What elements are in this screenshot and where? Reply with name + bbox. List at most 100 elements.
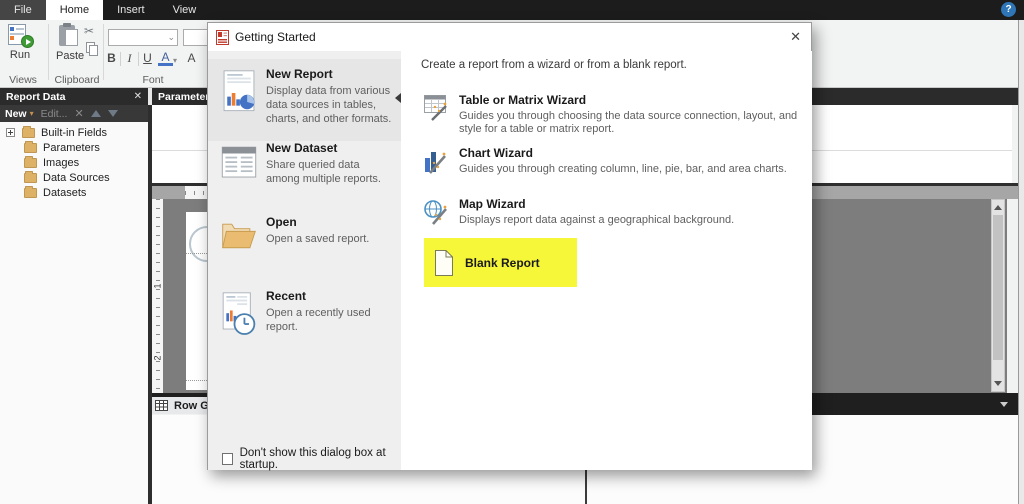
dialog-sidebar: New Report Display data from various dat… xyxy=(208,51,401,471)
wizard-title: Table or Matrix Wizard xyxy=(459,93,587,107)
blank-report-icon xyxy=(435,249,453,276)
item-title: Recent xyxy=(266,289,307,303)
open-item[interactable]: Open Open a saved report. xyxy=(220,215,396,255)
italic-button[interactable]: I xyxy=(122,51,137,66)
wizard-title: Chart Wizard xyxy=(459,146,533,160)
report-data-title: Report Data xyxy=(6,90,66,103)
report-data-panel: New ▾ Edit... ✕ Built-in Fields Paramete… xyxy=(0,105,148,504)
paste-icon xyxy=(59,23,81,48)
getting-started-dialog: Getting Started ✕ New Report Display dat… xyxy=(207,22,812,471)
delete-icon[interactable]: ✕ xyxy=(74,107,83,120)
tree-item-data-sources[interactable]: Data Sources xyxy=(0,170,148,185)
move-down-icon[interactable] xyxy=(107,110,118,117)
dialog-content: Create a report from a wizard or from a … xyxy=(401,51,812,470)
tree-item-label: Parameters xyxy=(43,141,100,154)
item-desc: Open a saved report. xyxy=(266,233,370,245)
tree-item-parameters[interactable]: Parameters xyxy=(0,140,148,155)
report-data-header: Report Data ✕ xyxy=(0,88,148,105)
clipboard-group-label: Clipboard xyxy=(54,74,100,86)
recent-item[interactable]: Recent Open a recently used report. xyxy=(220,289,396,341)
tab-view[interactable]: View xyxy=(159,0,211,20)
tab-home[interactable]: Home xyxy=(45,0,104,20)
font-name-combo[interactable]: ⌄ xyxy=(108,29,178,46)
scroll-up-icon[interactable] xyxy=(992,201,1004,214)
tree-item-label: Built-in Fields xyxy=(41,126,108,139)
item-title: New Report xyxy=(266,67,333,81)
paste-button[interactable]: Paste xyxy=(56,23,85,62)
blank-report-title: Blank Report xyxy=(465,255,540,270)
tab-insert[interactable]: Insert xyxy=(103,0,159,20)
item-desc: Open a recently used report. xyxy=(266,307,371,333)
panel-splitter-gap xyxy=(148,88,152,105)
dialog-close-icon[interactable]: ✕ xyxy=(790,29,801,45)
new-dataset-item[interactable]: New Dataset Share queried data among mul… xyxy=(220,141,396,186)
font-color-caret-icon[interactable]: ▾ xyxy=(173,56,177,65)
tree-item-label: Data Sources xyxy=(43,171,110,184)
close-panel-icon[interactable]: ✕ xyxy=(134,91,142,102)
folder-icon xyxy=(24,170,37,183)
report-data-toolbar: New ▾ Edit... ✕ xyxy=(0,105,148,122)
scroll-down-icon[interactable] xyxy=(992,377,1004,390)
wizard-desc: Guides you through creating column, line… xyxy=(459,163,787,175)
chart-wizard-icon xyxy=(425,152,446,174)
chart-wizard-item[interactable]: Chart Wizard Guides you through creating… xyxy=(423,146,804,176)
ruler-number: 2 xyxy=(152,355,163,361)
table-matrix-wizard-item[interactable]: Table or Matrix Wizard Guides you throug… xyxy=(423,93,804,136)
underline-button[interactable]: U xyxy=(140,51,155,65)
copy-icon[interactable] xyxy=(86,42,98,56)
new-caret-icon[interactable]: ▾ xyxy=(30,109,34,118)
recent-icon xyxy=(222,292,256,335)
report-builder-icon xyxy=(216,29,229,45)
item-desc: Share queried data among multiple report… xyxy=(266,159,381,185)
new-report-item[interactable]: New Report Display data from various dat… xyxy=(220,67,396,126)
wizard-desc: Displays report data against a geographi… xyxy=(459,214,735,226)
tree-item-datasets[interactable]: Datasets xyxy=(0,185,148,200)
move-up-icon[interactable] xyxy=(90,110,101,117)
font-group-label: Font xyxy=(142,74,164,86)
tree-item-built-in-fields[interactable]: Built-in Fields xyxy=(0,125,148,140)
run-label: Run xyxy=(9,49,31,61)
bold-button[interactable]: B xyxy=(104,51,119,65)
folder-icon xyxy=(24,155,37,168)
wizard-title: Map Wizard xyxy=(459,197,526,211)
vertical-scrollbar[interactable] xyxy=(991,199,1005,392)
item-desc: Display data from various data sources i… xyxy=(266,85,392,125)
dialog-title: Getting Started xyxy=(235,30,316,44)
blank-report-item[interactable]: Blank Report xyxy=(424,238,577,287)
chevron-down-icon[interactable] xyxy=(1000,402,1008,407)
expand-icon[interactable] xyxy=(6,128,15,137)
grid-icon xyxy=(155,400,168,411)
scrollbar-thumb[interactable] xyxy=(993,215,1003,360)
edit-button[interactable]: Edit... xyxy=(41,108,68,120)
item-title: New Dataset xyxy=(266,141,338,155)
map-wizard-item[interactable]: Map Wizard Displays report data against … xyxy=(423,197,804,227)
paste-label: Paste xyxy=(56,50,85,62)
tree-item-images[interactable]: Images xyxy=(0,155,148,170)
cut-icon[interactable]: ✂ xyxy=(84,24,94,38)
checkbox[interactable] xyxy=(222,453,233,465)
new-button[interactable]: New xyxy=(5,108,27,120)
checkbox-label: Don't show this dialog box at startup. xyxy=(239,447,386,471)
app-titlebar: File Home Insert View xyxy=(0,0,1024,20)
report-data-tree: Built-in Fields Parameters Images Data S… xyxy=(0,125,148,200)
folder-icon xyxy=(24,140,37,153)
map-wizard-icon xyxy=(424,200,447,225)
tree-item-label: Images xyxy=(43,156,80,169)
table-matrix-wizard-icon xyxy=(424,95,447,121)
group-divider xyxy=(48,24,49,80)
dialog-titlebar[interactable]: Getting Started xyxy=(208,23,811,51)
vertical-ruler: 1 2 xyxy=(152,199,163,393)
folder-icon xyxy=(24,185,37,198)
run-button[interactable]: Run xyxy=(8,24,34,61)
new-dataset-icon xyxy=(221,146,257,178)
help-icon[interactable]: ? xyxy=(1001,2,1016,17)
views-group-label: Views xyxy=(9,74,37,86)
font-color-button[interactable]: A xyxy=(158,50,173,66)
dialog-intro-text: Create a report from a wizard or from a … xyxy=(421,59,687,71)
tab-file[interactable]: File xyxy=(0,0,46,20)
item-title: Open xyxy=(266,215,297,229)
startup-checkbox-row[interactable]: Don't show this dialog box at startup. xyxy=(222,447,401,471)
ruler-number: 1 xyxy=(152,283,163,289)
window-edge xyxy=(1018,20,1024,504)
grow-font-button[interactable]: A xyxy=(184,51,199,65)
